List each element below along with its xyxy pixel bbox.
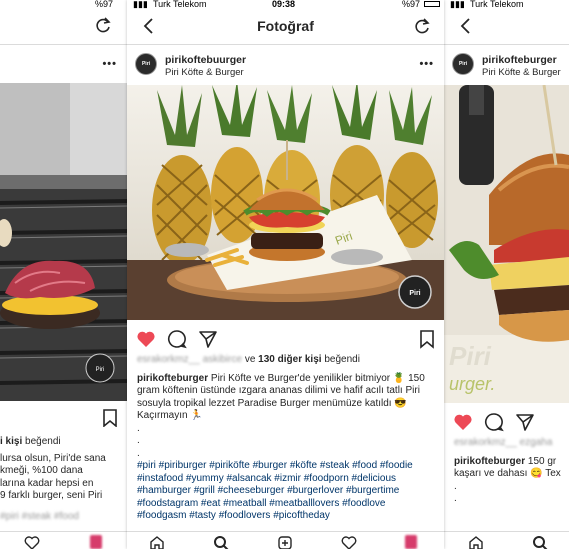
heart-outline-icon[interactable]: [24, 536, 40, 549]
caption-dot: .: [137, 447, 140, 459]
paper-plane-icon[interactable]: [515, 412, 535, 432]
post-actions: [127, 320, 444, 354]
refresh-icon[interactable]: [412, 16, 432, 36]
post-header: Piri pirikoftebuurger Piri Köfte & Burge…: [127, 45, 444, 85]
bottom-tab-bar-left: [0, 531, 127, 549]
paper-plane-icon[interactable]: [198, 329, 218, 349]
caption-text-right: 150 gr: [527, 455, 557, 467]
navbar-left: [0, 8, 127, 44]
post-caption-right: esrakorkmz__ ezgaha pirikofteburger 150 …: [444, 437, 569, 506]
post-image-grill[interactable]: Piri: [0, 83, 127, 401]
add-post-icon[interactable]: [277, 536, 293, 549]
caption-body-right: pirikofteburger 150 gr: [454, 456, 559, 469]
caption-line: larına kadar hepsi en: [0, 477, 94, 489]
page-title: Fotoğraf: [257, 18, 314, 34]
time-label: 09:38: [272, 0, 296, 9]
comment-icon[interactable]: [167, 329, 187, 349]
caption-line: lursa olsun, Piri'de sana: [0, 452, 106, 464]
status-bar-left: %97: [0, 0, 127, 9]
battery-label: %97: [401, 0, 420, 9]
hashtags[interactable]: #piri #piriburger #piriköfte #burger #kö…: [137, 460, 434, 523]
refresh-icon[interactable]: [93, 15, 113, 35]
post-caption: esrakorkmz__ askibirce ve 130 diğer kişi…: [127, 354, 444, 523]
caption-dot: .: [137, 422, 140, 434]
bottom-tab-bar-right: [444, 531, 569, 549]
signal-icon: ▮▮▮: [450, 0, 465, 9]
search-icon[interactable]: [213, 536, 229, 549]
post-header-left: •••: [0, 45, 127, 85]
profile-icon[interactable]: [90, 535, 102, 549]
right-post-panel: ▮▮▮ Turk Telekom Piri pirikofteburger Pi…: [444, 0, 569, 549]
battery-icon: [424, 1, 440, 7]
left-caption: i kişi beğendi lursa olsun, Piri'de sana…: [0, 436, 127, 523]
caption-line: kmeği, %100 dana: [0, 465, 83, 476]
post-username-right[interactable]: pirikofteburger: [482, 54, 557, 66]
chevron-left-icon[interactable]: [456, 16, 476, 36]
likes-names-blurred: esrakorkmz__ askibirce: [137, 354, 243, 365]
navbar-right: [444, 8, 569, 45]
carrier-label: Turk Telekom: [153, 0, 207, 9]
search-icon[interactable]: [532, 536, 548, 549]
caption-line: 9 farklı burger, seni Piri: [0, 490, 103, 501]
hashtags-left[interactable]: #piri #steak #food: [0, 511, 127, 524]
caption-body: pirikofteburger Piri Köfte ve Burger'de …: [137, 373, 434, 423]
navbar: Fotoğraf: [127, 8, 444, 45]
heart-outline-icon[interactable]: [341, 536, 357, 549]
post-location[interactable]: Piri Köfte & Burger: [165, 67, 244, 78]
more-dots-icon[interactable]: •••: [419, 58, 434, 70]
caption-username[interactable]: pirikofteburger: [137, 373, 208, 384]
center-post-panel: ▮▮▮ Turk Telekom 09:38 %97 Fotoğraf Piri…: [127, 0, 444, 549]
bg-text-burger: urger.: [449, 374, 495, 394]
status-bar: ▮▮▮ Turk Telekom 09:38 %97: [127, 0, 444, 9]
likes-mid: ve: [244, 354, 256, 365]
likes-count[interactable]: 130 diğer kişi: [258, 354, 321, 365]
heart-filled-icon[interactable]: [136, 329, 156, 349]
more-dots-icon[interactable]: •••: [102, 58, 117, 70]
likes-line[interactable]: esrakorkmz__ askibirce ve 130 diğer kişi…: [137, 354, 434, 367]
carrier-label-right: Turk Telekom: [470, 0, 524, 9]
image-badge: Piri: [409, 290, 420, 297]
bookmark-icon[interactable]: [102, 409, 118, 427]
bookmark-icon[interactable]: [419, 329, 435, 349]
likes-suffix: beğendi: [324, 354, 360, 365]
signal-icon: ▮▮▮: [133, 0, 148, 9]
home-icon[interactable]: [468, 536, 484, 549]
left-post-panel: %97 ••• Piri i kişi beğendi lursa olsun,…: [0, 0, 127, 549]
home-icon[interactable]: [149, 536, 165, 549]
likes-line-left: i kişi beğendi: [0, 436, 61, 447]
bg-text-piri: Piri: [449, 341, 492, 371]
post-image-burger[interactable]: Piri Piri: [127, 85, 444, 320]
post-username[interactable]: pirikoftebuurger: [165, 54, 246, 66]
post-image-burger-closeup[interactable]: Piri urger.: [444, 85, 569, 403]
caption-dot: .: [137, 435, 140, 446]
comment-icon[interactable]: [484, 412, 504, 432]
likes-names-blurred-right: esrakorkmz__ ezgaha: [454, 437, 553, 448]
avatar[interactable]: Piri: [135, 53, 157, 75]
post-actions-right: [444, 403, 569, 437]
image-badge-left: Piri: [96, 367, 105, 373]
post-location-right[interactable]: Piri Köfte & Burger: [482, 67, 561, 78]
bottom-tab-bar: [127, 531, 444, 549]
caption-line2-right: kaşarı ve dahası 😋 Tex: [454, 468, 561, 479]
avatar[interactable]: Piri: [452, 53, 474, 75]
caption-username-right[interactable]: pirikofteburger: [454, 456, 525, 467]
heart-filled-icon[interactable]: [453, 412, 473, 432]
status-bar-right: ▮▮▮ Turk Telekom: [444, 0, 569, 9]
caption-dot: .: [454, 480, 457, 492]
caption-dot: .: [454, 493, 457, 504]
battery-label-left: %97: [94, 0, 113, 9]
post-header-right: Piri pirikofteburger Piri Köfte & Burger: [444, 45, 569, 85]
profile-icon[interactable]: [405, 535, 417, 549]
